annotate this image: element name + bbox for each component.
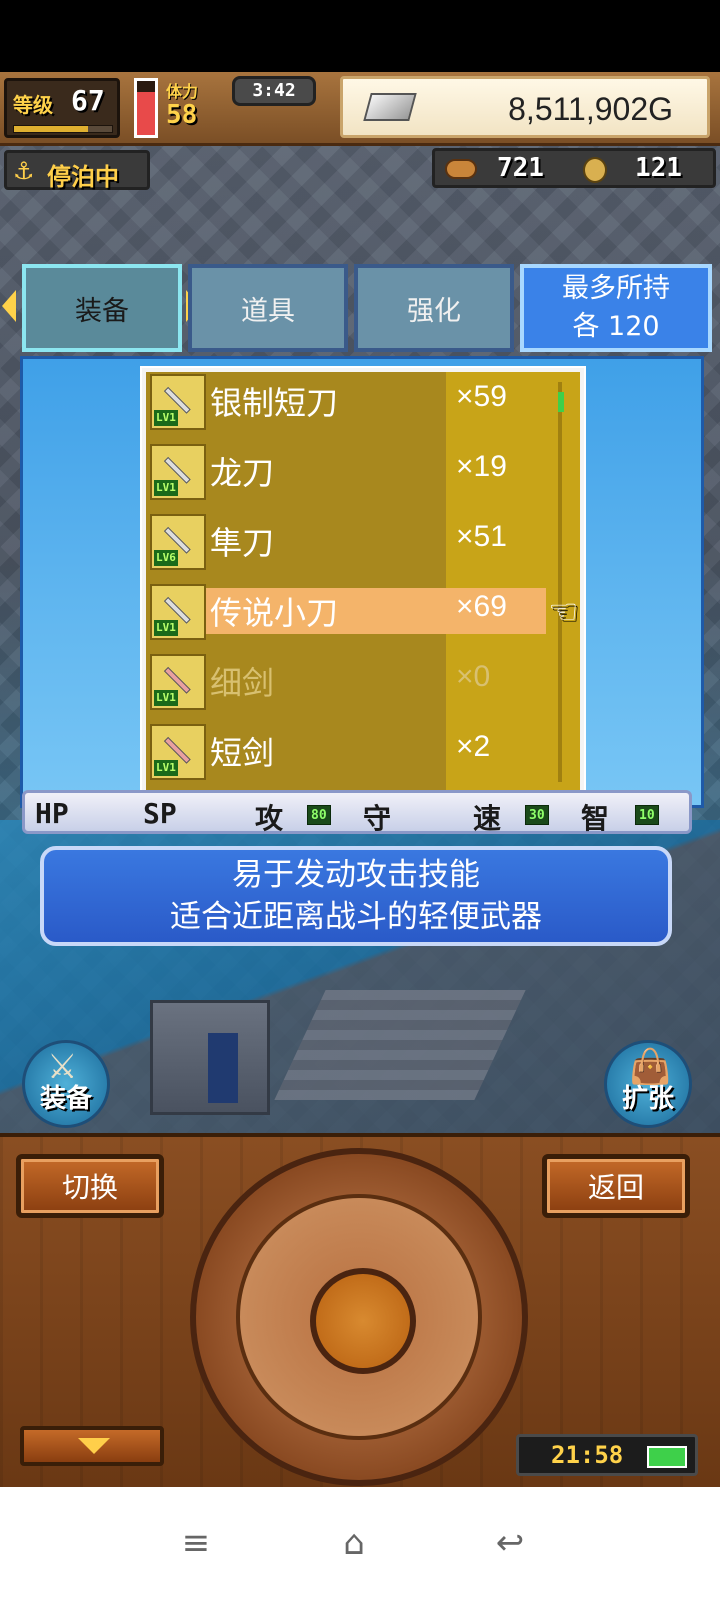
max-hold-info: 最多所持 各 120	[520, 264, 712, 352]
item-level: LV6	[154, 550, 178, 566]
item-level: LV1	[154, 480, 178, 496]
list-item[interactable]: LV1 龙刀 ×19	[146, 438, 580, 502]
stat-spd-label: 速	[473, 802, 502, 835]
item-level: LV1	[154, 410, 178, 426]
switch-button[interactable]: 切换	[16, 1154, 164, 1218]
device-time: 21:58	[551, 1441, 624, 1469]
tab-items[interactable]: 道具	[188, 264, 348, 352]
item-name: 龙刀	[210, 454, 275, 492]
item-description: 易于发动攻击技能 适合近距离战斗的轻便武器	[40, 846, 672, 946]
item-name: 细剑	[210, 664, 275, 702]
item-name: 传说小刀	[210, 594, 339, 632]
item-level: LV1	[154, 760, 178, 776]
back-button[interactable]: 返回	[542, 1154, 690, 1218]
nav-bar: ≡ ⌂ ↩	[0, 1487, 720, 1600]
tab-equip[interactable]: 装备	[22, 264, 182, 352]
list-item[interactable]: LV6 隼刀 ×51	[146, 508, 580, 572]
xp-bar-fill	[14, 126, 88, 132]
food-icon	[445, 159, 477, 179]
device-clock: 21:58	[516, 1434, 698, 1476]
stamina-label: 体力	[166, 82, 199, 101]
stat-spd-value: 30	[525, 805, 549, 825]
dpad-ring[interactable]	[236, 1194, 482, 1440]
stat-sp-label: SP	[143, 797, 177, 830]
expand-float-button[interactable]: 👜 扩张	[604, 1040, 692, 1128]
confirm-button[interactable]	[310, 1268, 416, 1374]
item-name: 隼刀	[210, 524, 275, 562]
item-qty: ×2	[456, 730, 491, 763]
description-line1: 易于发动攻击技能	[232, 857, 480, 893]
equip-float-button[interactable]: ⚔ 装备	[22, 1040, 110, 1128]
game-clock: 3:42	[232, 76, 316, 106]
menu-icon[interactable]: ≡	[166, 1513, 226, 1573]
top-hud: 等级 67 体力 58 3:42 8,511,902G	[0, 72, 720, 146]
silver-ingot-icon	[363, 93, 417, 121]
list-item[interactable]: LV1 短剑 ×2	[146, 718, 580, 782]
scroll-down-button[interactable]	[20, 1426, 164, 1466]
item-name: 短剑	[210, 734, 275, 772]
food-count: 721	[497, 153, 544, 183]
dagger-icon: LV1	[150, 374, 206, 430]
item-qty: ×59	[456, 380, 507, 413]
stat-int-label: 智	[581, 802, 610, 835]
status-bar	[0, 0, 720, 72]
max-hold-line2: 各 120	[572, 311, 660, 342]
stat-int-value: 10	[635, 805, 659, 825]
anchor-icon: ⚓	[13, 157, 35, 185]
home-icon[interactable]: ⌂	[324, 1513, 384, 1573]
battery-icon	[647, 1446, 687, 1468]
max-hold-line1: 最多所持	[562, 273, 670, 304]
tab-prev-arrow-icon[interactable]	[2, 290, 16, 322]
item-qty: ×51	[456, 520, 507, 553]
stat-def-label: 守	[363, 802, 392, 835]
tab-enhance[interactable]: 强化	[354, 264, 514, 352]
anchor-label: 停泊中	[47, 163, 119, 191]
gold-value: 8,511,902G	[508, 91, 673, 127]
stats-bar: HP SP 攻 80 守 速 30 智 10	[22, 790, 692, 835]
dagger-icon: LV1	[150, 444, 206, 500]
level-value: 67	[71, 84, 105, 117]
level-box: 等级 67	[4, 78, 120, 138]
anchor-status: ⚓ 停泊中	[4, 150, 150, 191]
back-icon[interactable]: ↩	[480, 1513, 540, 1573]
list-item[interactable]: LV1 细剑 ×0	[146, 648, 580, 712]
stamina-box: 体力 58	[166, 78, 226, 138]
description-line2: 适合近距离战斗的轻便武器	[170, 899, 542, 935]
stat-hp-label: HP	[35, 797, 69, 830]
hand-pointer-icon: ☜	[548, 592, 579, 632]
scene-tower	[150, 1000, 270, 1115]
coin-icon	[583, 157, 607, 183]
list-item[interactable]: LV1 银制短刀 ×59	[146, 368, 580, 432]
item-qty: ×0	[456, 660, 491, 693]
sword-icon: LV1	[150, 724, 206, 780]
stat-atk-value: 80	[307, 805, 331, 825]
hp-gauge-fill	[137, 91, 155, 135]
xp-bar	[13, 125, 113, 133]
dagger-icon: LV1	[150, 584, 206, 640]
item-qty: ×69	[456, 590, 507, 623]
hp-gauge	[134, 78, 158, 138]
item-name: 银制短刀	[210, 384, 339, 422]
dpad[interactable]	[190, 1148, 528, 1486]
stat-atk-label: 攻	[255, 802, 284, 835]
item-level: LV1	[154, 690, 178, 706]
item-qty: ×19	[456, 450, 507, 483]
list-item-selected[interactable]: LV1 传说小刀 ×69	[146, 578, 580, 642]
resource-box: 721 121	[432, 148, 716, 188]
stamina-value: 58	[166, 100, 198, 130]
dagger-icon: LV6	[150, 514, 206, 570]
level-label: 等级	[13, 93, 53, 117]
coin-count: 121	[635, 153, 682, 183]
gold-display: 8,511,902G	[340, 76, 710, 138]
sword-icon: LV1	[150, 654, 206, 710]
arrow-down-icon	[78, 1438, 110, 1454]
item-level: LV1	[154, 620, 178, 636]
